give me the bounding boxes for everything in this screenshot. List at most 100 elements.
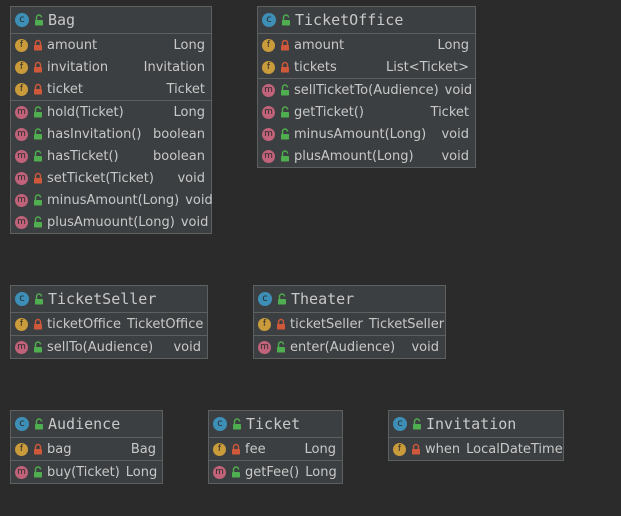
field-type: Long — [173, 37, 205, 53]
class-box-ticketoffice[interactable]: c TicketOffice f amount Long f tickets List<Tic… — [257, 6, 476, 168]
method-row[interactable]: m sellTo(Audience) void — [11, 336, 207, 358]
public-lock-icon — [280, 84, 290, 96]
class-name: Invitation — [426, 415, 517, 433]
return-type: void — [185, 192, 213, 208]
return-type: boolean — [153, 148, 205, 164]
method-signature: hold(Ticket) — [47, 104, 124, 120]
class-icon: c — [213, 417, 227, 431]
public-lock-icon — [232, 418, 242, 430]
return-type: void — [441, 148, 469, 164]
method-row[interactable]: m hasTicket() boolean — [11, 145, 211, 167]
return-type: void — [173, 339, 201, 355]
method-icon: m — [262, 105, 275, 119]
class-header: c Invitation — [389, 411, 563, 438]
public-lock-icon — [33, 150, 43, 162]
method-icon: m — [15, 171, 28, 185]
field-type: Bag — [130, 441, 156, 457]
field-icon: f — [15, 442, 28, 456]
method-signature: getFee() — [245, 464, 300, 480]
method-icon: m — [262, 149, 275, 163]
method-row[interactable]: m plusAmuount(Long) void — [11, 211, 211, 233]
public-lock-icon — [276, 341, 286, 353]
class-name: Ticket — [246, 415, 301, 433]
method-signature: plusAmuount(Long) — [47, 214, 175, 230]
class-name: TicketSeller — [48, 290, 157, 308]
field-row[interactable]: f ticketSeller TicketSeller — [254, 313, 445, 335]
field-row[interactable]: f tickets List<Ticket> — [258, 56, 475, 78]
public-lock-icon — [280, 150, 290, 162]
method-row[interactable]: m sellTicketTo(Audience) void — [258, 79, 475, 101]
return-type: Ticket — [430, 104, 469, 120]
private-lock-icon — [33, 83, 43, 95]
class-header: c Ticket — [209, 411, 342, 438]
public-lock-icon — [33, 216, 43, 228]
method-icon: m — [262, 127, 275, 141]
methods-section: m hold(Ticket) Long m hasInvitation() boolean… — [11, 101, 213, 233]
method-icon: m — [262, 83, 275, 97]
method-row[interactable]: m plusAmount(Long) void — [258, 145, 475, 167]
field-type: TicketSeller — [368, 316, 445, 332]
class-icon: c — [15, 417, 29, 431]
method-icon: m — [15, 127, 28, 141]
field-icon: f — [262, 60, 275, 74]
method-row[interactable]: m getTicket() Ticket — [258, 101, 475, 123]
class-box-bag[interactable]: c Bag f amount Long f invitation Invitation f tic… — [10, 6, 213, 234]
method-signature: buy(Ticket) — [47, 464, 120, 480]
fields-section: f fee Long — [209, 438, 342, 461]
field-row[interactable]: f bag Bag — [11, 438, 162, 460]
public-lock-icon — [34, 293, 44, 305]
private-lock-icon — [33, 318, 43, 330]
method-icon: m — [15, 465, 28, 479]
field-row[interactable]: f ticketOffice TicketOffice — [11, 313, 207, 335]
method-icon: m — [213, 465, 226, 479]
method-signature: enter(Audience) — [290, 339, 396, 355]
class-box-theater[interactable]: c Theater f ticketSeller TicketSeller m enter(… — [253, 285, 446, 359]
public-lock-icon — [33, 106, 43, 118]
class-header: c Theater — [254, 286, 445, 313]
method-row[interactable]: m minusAmount(Long) void — [11, 189, 213, 211]
public-lock-icon — [412, 418, 422, 430]
class-name: Bag — [48, 11, 76, 29]
private-lock-icon — [280, 61, 290, 73]
field-row[interactable]: f amount Long — [11, 34, 211, 56]
method-row[interactable]: m hold(Ticket) Long — [11, 101, 211, 123]
class-box-ticket[interactable]: c Ticket f fee Long m getFee() Long — [208, 410, 343, 484]
field-row[interactable]: f amount Long — [258, 34, 475, 56]
return-type: Long — [173, 104, 205, 120]
method-row[interactable]: m setTicket(Ticket) void — [11, 167, 211, 189]
return-type: void — [177, 170, 205, 186]
field-row[interactable]: f when LocalDateTime — [389, 438, 563, 460]
class-box-ticketseller[interactable]: c TicketSeller f ticketOffice TicketOffice m s… — [10, 285, 208, 359]
method-signature: sellTicketTo(Audience) — [294, 82, 439, 98]
method-row[interactable]: m enter(Audience) void — [254, 336, 445, 358]
field-icon: f — [15, 82, 28, 96]
method-row[interactable]: m minusAmount(Long) void — [258, 123, 475, 145]
method-row[interactable]: m buy(Ticket) Long — [11, 461, 162, 483]
field-row[interactable]: f ticket Ticket — [11, 78, 211, 100]
private-lock-icon — [33, 443, 43, 455]
method-icon: m — [15, 340, 28, 354]
field-name: bag — [47, 441, 72, 457]
public-lock-icon — [33, 341, 43, 353]
fields-section: f ticketOffice TicketOffice — [11, 313, 207, 336]
class-box-audience[interactable]: c Audience f bag Bag m buy(Ticket) Long — [10, 410, 163, 484]
field-row[interactable]: f invitation Invitation — [11, 56, 211, 78]
method-row[interactable]: m hasInvitation() boolean — [11, 123, 211, 145]
field-type: LocalDateTime — [466, 441, 563, 457]
return-type: void — [411, 339, 439, 355]
methods-section: m enter(Audience) void — [254, 336, 445, 358]
field-name: fee — [245, 441, 266, 457]
method-row[interactable]: m getFee() Long — [209, 461, 342, 483]
field-icon: f — [393, 442, 406, 456]
field-icon: f — [15, 317, 28, 331]
methods-section: m buy(Ticket) Long — [11, 461, 162, 483]
class-box-invitation[interactable]: c Invitation f when LocalDateTime — [388, 410, 564, 461]
field-type: List<Ticket> — [386, 59, 469, 75]
class-icon: c — [15, 292, 29, 306]
method-icon: m — [15, 215, 28, 229]
return-type: Long — [125, 464, 158, 480]
public-lock-icon — [281, 14, 291, 26]
public-lock-icon — [280, 128, 290, 140]
public-lock-icon — [33, 194, 43, 206]
field-row[interactable]: f fee Long — [209, 438, 342, 460]
